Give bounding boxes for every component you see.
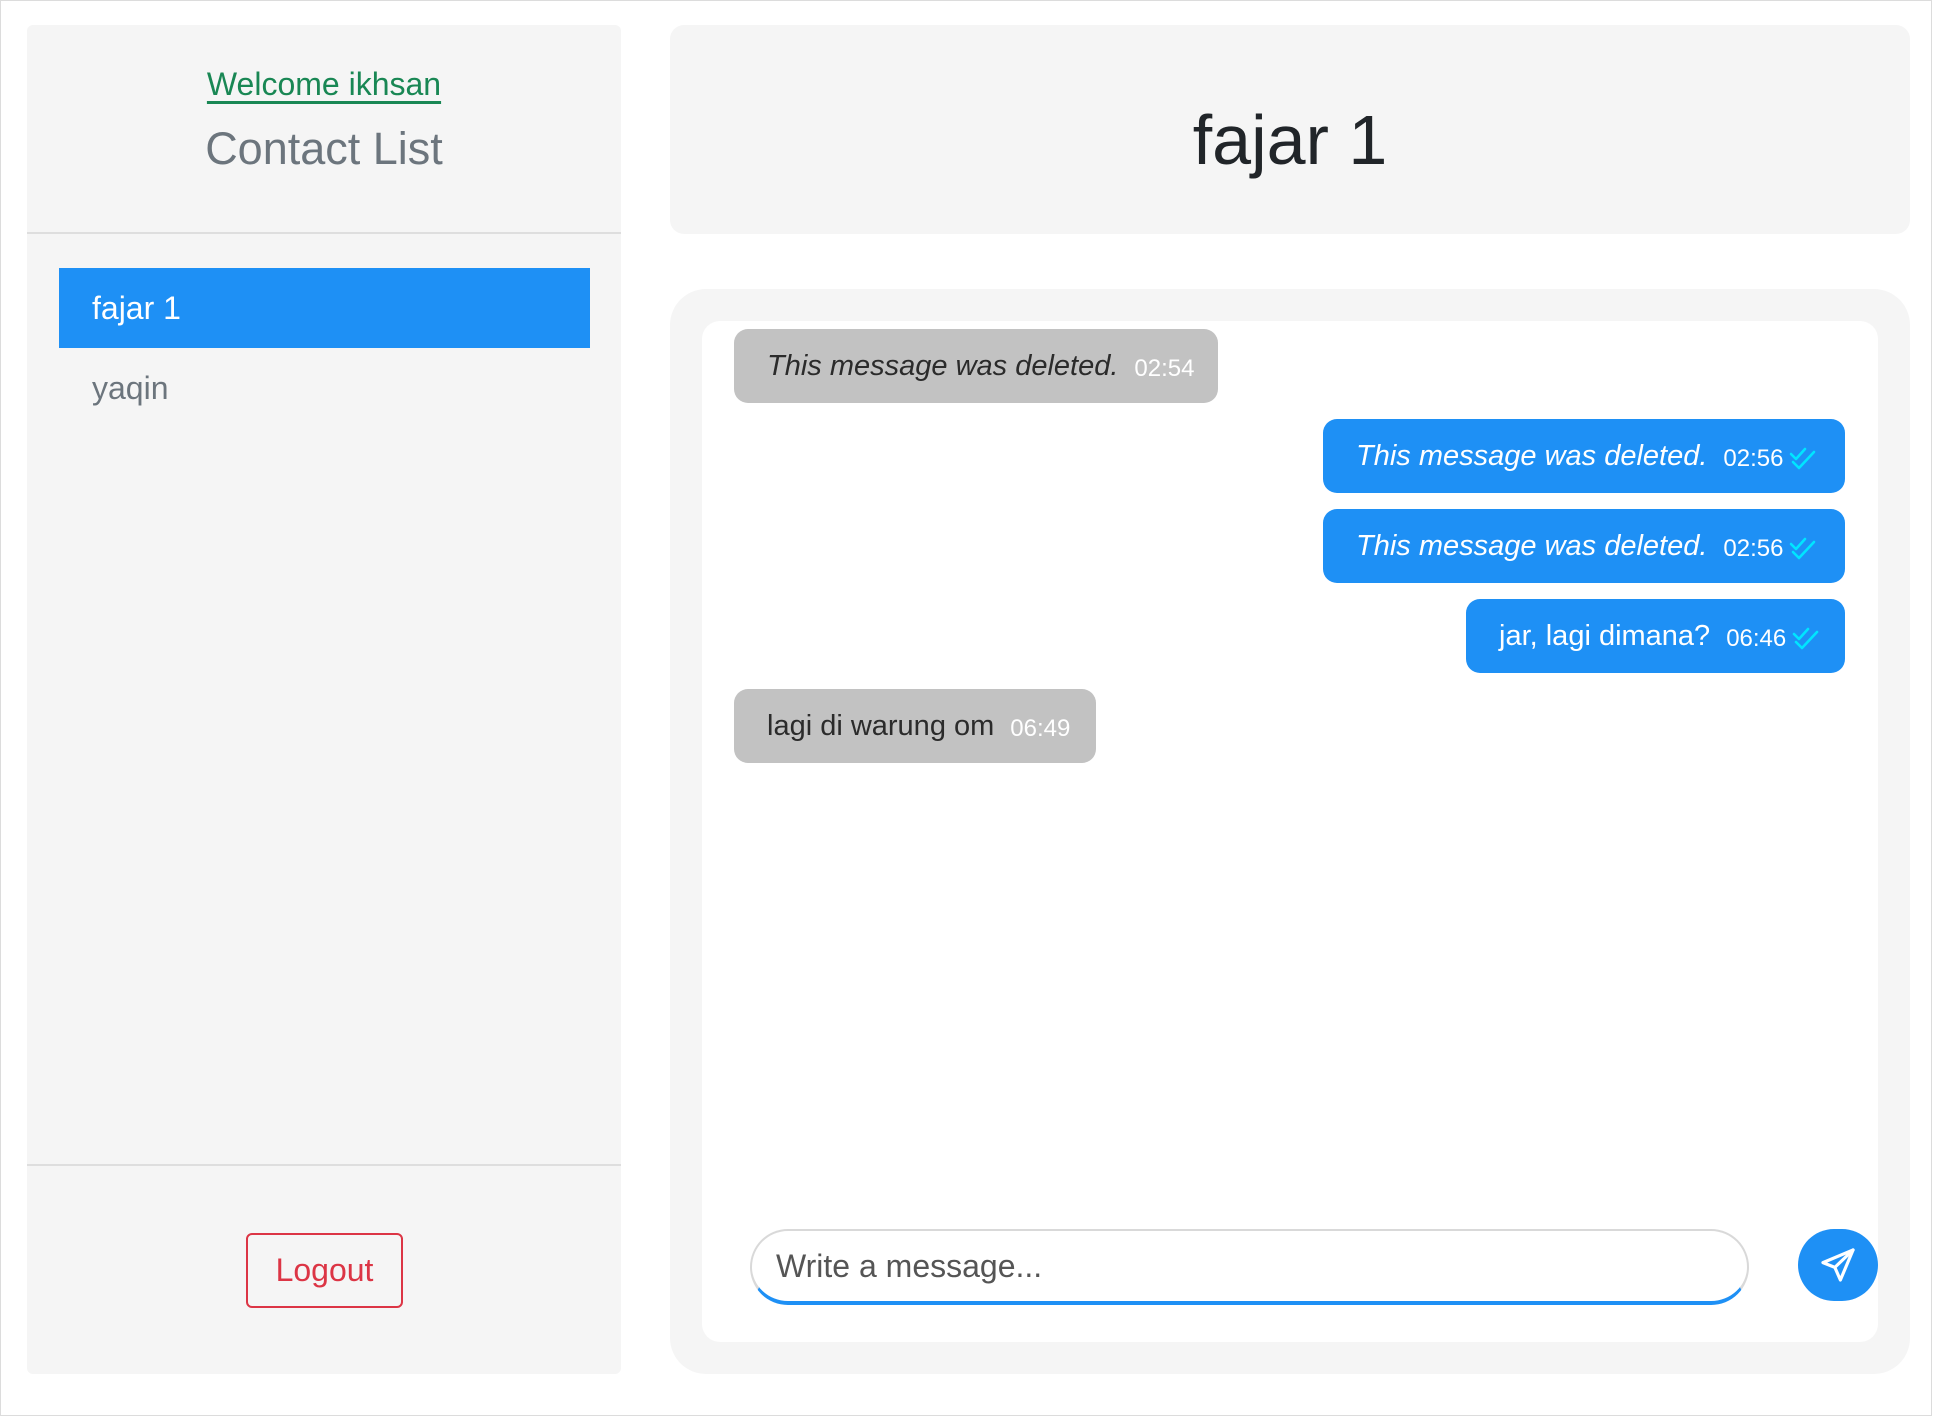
- sidebar: Welcome ikhsan Contact List fajar 1 yaqi…: [27, 25, 621, 1374]
- message-text: This message was deleted.: [1356, 439, 1708, 472]
- message-bubble-outgoing: This message was deleted. 02:56: [1323, 419, 1845, 493]
- message-time: 02:54: [1134, 355, 1195, 382]
- sidebar-header: Welcome ikhsan Contact List: [27, 25, 621, 234]
- message-time: 02:56: [1723, 535, 1784, 562]
- message-text: lagi di warung om: [767, 709, 995, 742]
- chat-title: fajar 1: [1192, 101, 1388, 179]
- message-input[interactable]: [750, 1229, 1749, 1305]
- message-bubble-outgoing: This message was deleted. 02:56: [1323, 509, 1845, 583]
- contact-list: fajar 1 yaqin: [59, 268, 590, 428]
- message-bubble-incoming: lagi di warung om 06:49: [734, 689, 1096, 763]
- welcome-link[interactable]: Welcome ikhsan: [27, 66, 621, 103]
- message-bubble-incoming: This message was deleted. 02:54: [734, 329, 1218, 403]
- double-check-icon: [1792, 624, 1820, 652]
- chat-panel: This message was deleted. 02:54 This mes…: [670, 289, 1910, 1374]
- send-icon: [1819, 1246, 1857, 1284]
- message-text: This message was deleted.: [1356, 529, 1708, 562]
- message-time: 02:56: [1723, 445, 1784, 472]
- message-time: 06:46: [1726, 625, 1787, 652]
- contact-item-fajar-1[interactable]: fajar 1: [59, 268, 590, 348]
- chat-header: fajar 1: [670, 25, 1910, 234]
- message-text: This message was deleted.: [767, 349, 1119, 382]
- message-time: 06:49: [1010, 715, 1071, 742]
- contact-item-yaqin[interactable]: yaqin: [59, 348, 590, 428]
- send-button[interactable]: [1798, 1229, 1878, 1301]
- double-check-icon: [1789, 444, 1817, 472]
- contact-list-title: Contact List: [205, 123, 443, 174]
- message-bubble-outgoing: jar, lagi dimana? 06:46: [1466, 599, 1845, 673]
- sidebar-footer: Logout: [27, 1164, 621, 1374]
- app-frame: Welcome ikhsan Contact List fajar 1 yaqi…: [0, 0, 1932, 1416]
- message-area: This message was deleted. 02:54 This mes…: [702, 321, 1878, 1342]
- double-check-icon: [1789, 534, 1817, 562]
- logout-button[interactable]: Logout: [246, 1233, 403, 1308]
- message-text: jar, lagi dimana?: [1499, 619, 1711, 652]
